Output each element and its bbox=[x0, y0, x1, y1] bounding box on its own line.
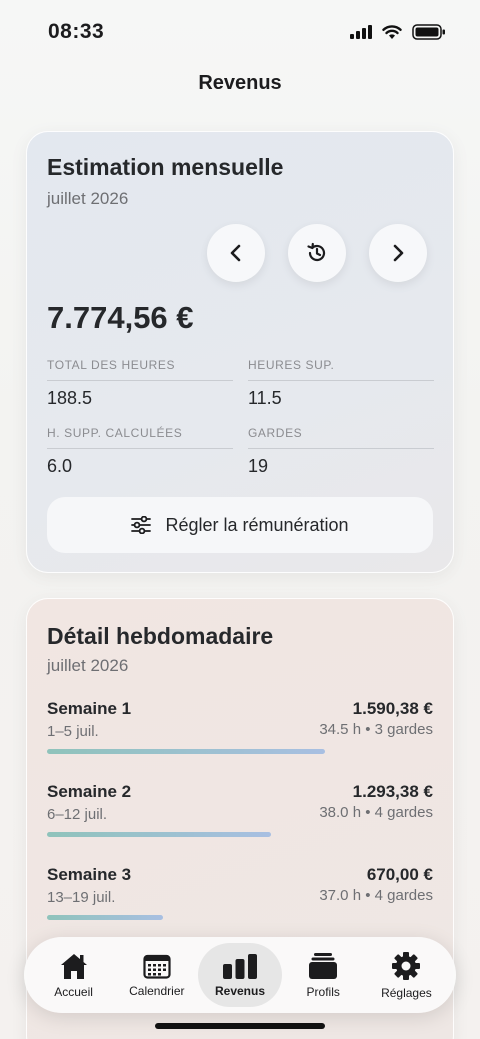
tab-label: Calendrier bbox=[129, 983, 185, 998]
week-progress-bar bbox=[47, 832, 271, 837]
sliders-icon bbox=[131, 516, 152, 534]
week-progress-bar bbox=[47, 915, 163, 920]
tab-reglages[interactable]: Réglages bbox=[365, 943, 448, 1007]
status-time: 08:33 bbox=[48, 20, 105, 43]
bar-chart-icon bbox=[223, 953, 257, 979]
battery-icon bbox=[412, 24, 445, 40]
status-bar: 08:33 bbox=[0, 0, 480, 64]
house-icon bbox=[60, 953, 87, 979]
weekly-detail-title: Détail hebdomadaire bbox=[47, 623, 274, 649]
adjust-pay-label: Régler la rémunération bbox=[165, 514, 349, 535]
week-name: Semaine 3 bbox=[47, 865, 132, 884]
week-meta: 38.0 h • 4 gardes bbox=[319, 804, 433, 821]
chevron-right-icon bbox=[393, 244, 404, 262]
week-name: Semaine 1 bbox=[47, 699, 132, 718]
estimated-amount: 7.774,56 € bbox=[47, 300, 194, 335]
estimate-title: Estimation mensuelle bbox=[47, 154, 284, 180]
week-row[interactable]: Semaine 3 13–19 juil. 670,00 € 37.0 h • … bbox=[47, 865, 433, 935]
week-row[interactable]: Semaine 2 6–12 juil. 1.293,38 € 38.0 h •… bbox=[47, 782, 433, 852]
chevron-left-icon bbox=[230, 244, 241, 262]
week-amount: 670,00 € bbox=[366, 865, 433, 884]
signal-icon bbox=[350, 25, 372, 39]
stat-value-computed-overtime: 6.0 bbox=[47, 456, 73, 476]
stack-icon bbox=[309, 952, 338, 979]
wifi-icon bbox=[382, 24, 402, 39]
week-range: 6–12 juil. bbox=[47, 806, 108, 823]
week-progress-bar bbox=[47, 749, 325, 754]
stat-value-overtime: 11.5 bbox=[248, 388, 282, 408]
home-indicator bbox=[155, 1023, 325, 1029]
previous-month-button[interactable] bbox=[207, 224, 265, 282]
tab-label: Accueil bbox=[54, 984, 93, 999]
history-icon bbox=[307, 242, 326, 262]
weekly-detail-month: juillet 2026 bbox=[47, 656, 129, 675]
tab-label: Revenus bbox=[214, 983, 266, 998]
week-amount: 1.293,38 € bbox=[352, 782, 433, 801]
tab-calendrier[interactable]: Calendrier bbox=[115, 943, 198, 1007]
tab-accueil[interactable]: Accueil bbox=[32, 943, 115, 1007]
stat-label-total-hours: TOTAL DES HEURES bbox=[47, 358, 233, 381]
week-row[interactable]: Semaine 1 1–5 juil. 1.590,38 € 34.5 h • … bbox=[47, 699, 433, 769]
gear-icon bbox=[392, 951, 421, 980]
tab-revenus[interactable]: Revenus bbox=[198, 943, 282, 1007]
stat-value-shifts: 19 bbox=[248, 456, 269, 476]
week-meta: 34.5 h • 3 gardes bbox=[319, 721, 433, 738]
status-icons bbox=[350, 24, 446, 40]
week-amount: 1.590,38 € bbox=[352, 699, 433, 718]
stat-label-shifts: GARDES bbox=[248, 426, 434, 449]
tab-label: Réglages bbox=[381, 985, 432, 1000]
week-name: Semaine 2 bbox=[47, 782, 132, 801]
stat-label-overtime: HEURES SUP. bbox=[248, 358, 434, 381]
estimate-month: juillet 2026 bbox=[47, 189, 129, 208]
stat-label-computed-overtime: H. SUPP. CALCULÉES bbox=[47, 426, 233, 449]
week-range: 1–5 juil. bbox=[47, 723, 99, 740]
calendar-icon bbox=[143, 954, 171, 979]
tab-label: Profils bbox=[306, 984, 340, 999]
next-month-button[interactable] bbox=[369, 224, 427, 282]
tab-bar: Accueil Calendrier Revenus Profils Régla… bbox=[24, 937, 456, 1013]
monthly-estimate-card: Estimation mensuelle juillet 2026 7.774,… bbox=[26, 131, 454, 573]
adjust-pay-button[interactable]: Régler la rémunération bbox=[47, 497, 433, 553]
week-range: 13–19 juil. bbox=[47, 889, 116, 906]
history-button[interactable] bbox=[288, 224, 346, 282]
week-meta: 37.0 h • 4 gardes bbox=[319, 887, 433, 904]
stat-value-total-hours: 188.5 bbox=[47, 388, 93, 408]
page-title: Revenus bbox=[198, 72, 282, 94]
tab-profils[interactable]: Profils bbox=[282, 943, 365, 1007]
